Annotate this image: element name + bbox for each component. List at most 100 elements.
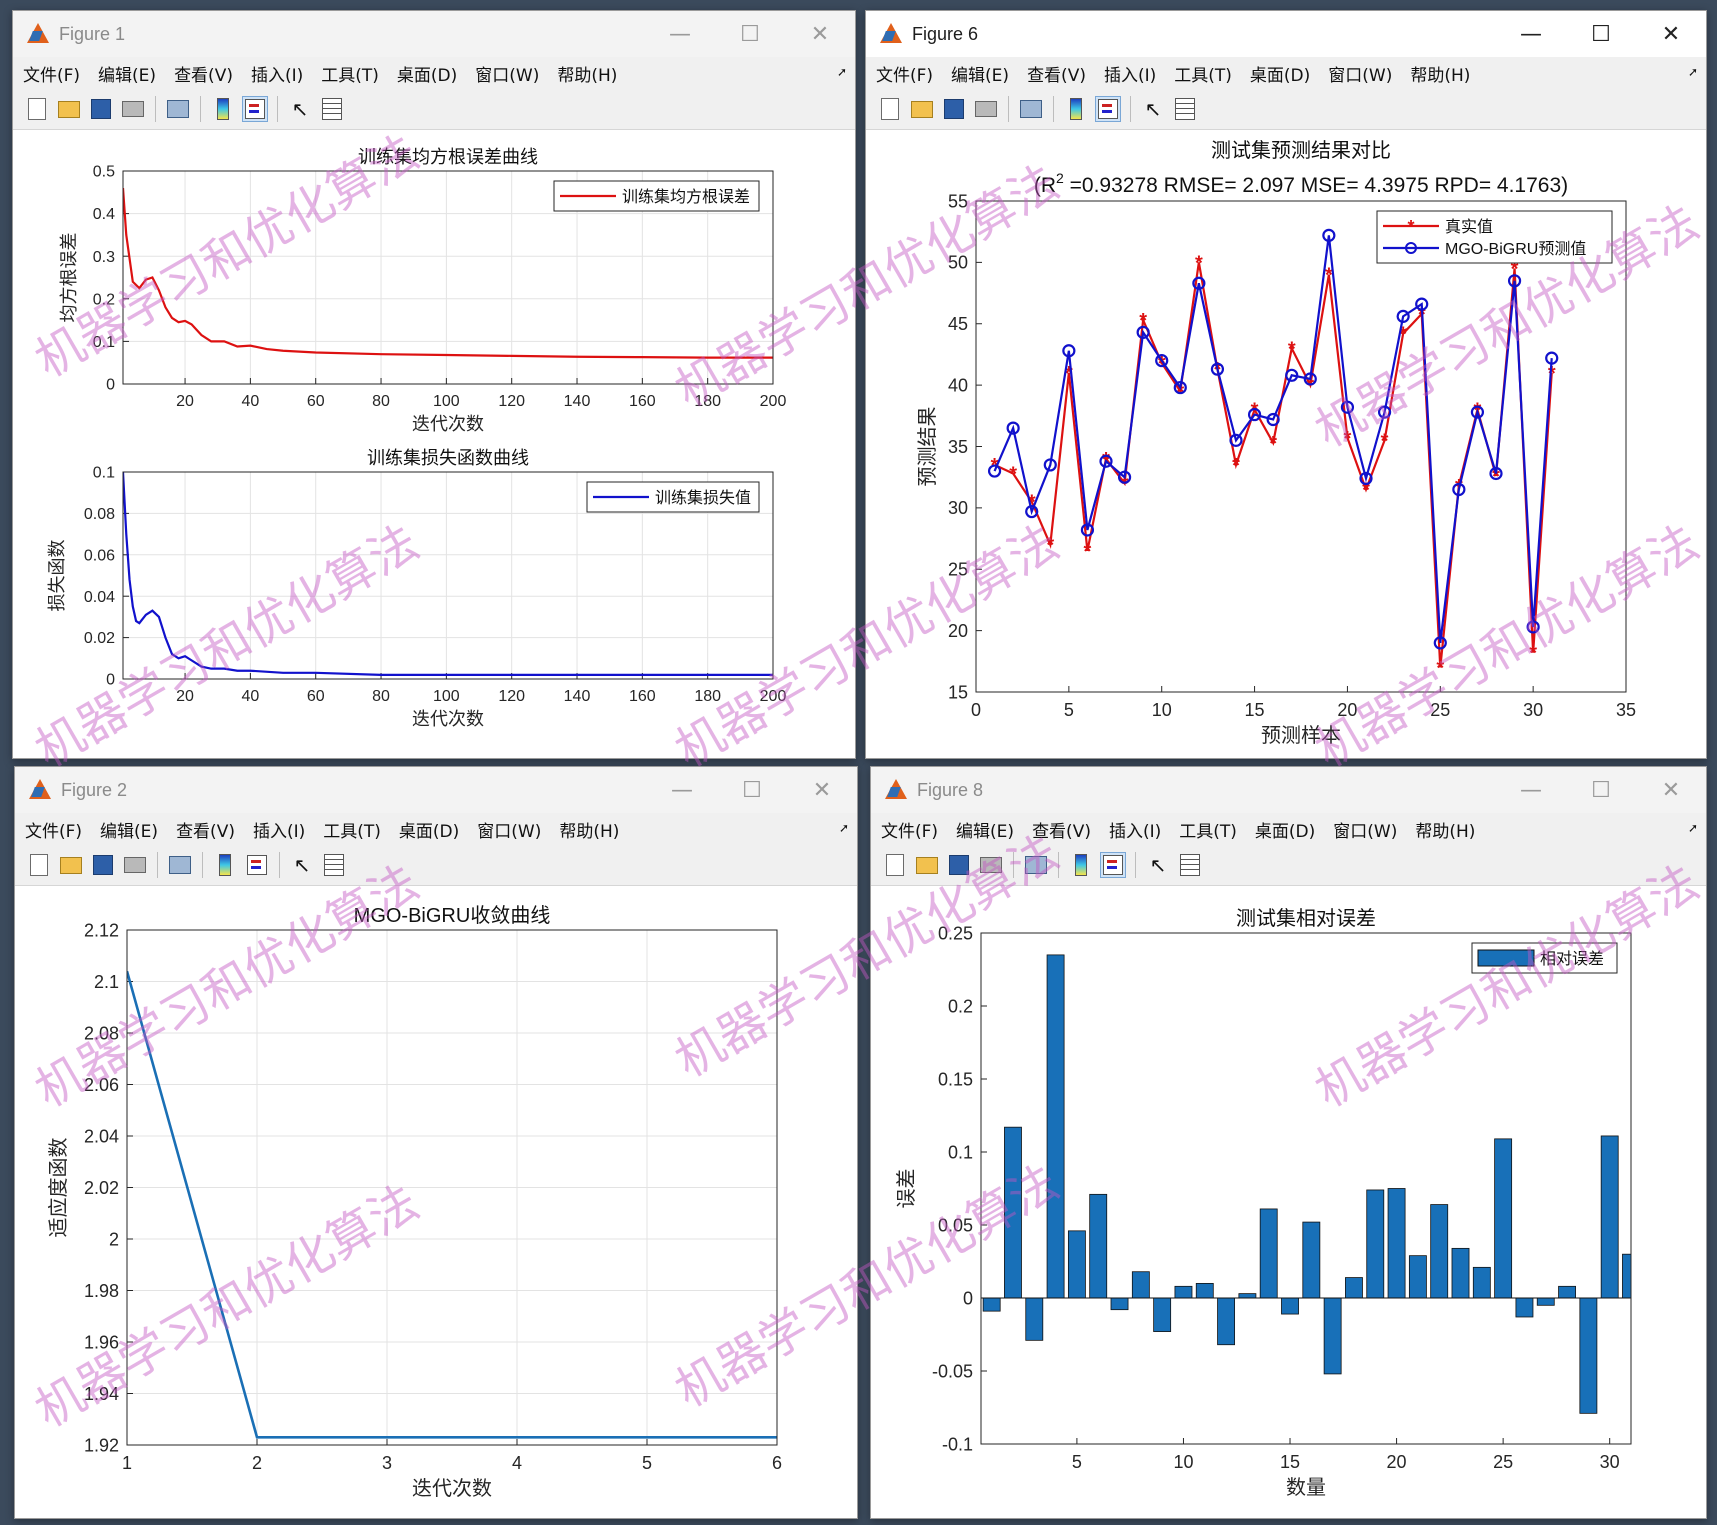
property-inspector-button[interactable] — [320, 97, 344, 121]
minimize-button[interactable]: — — [1496, 767, 1566, 813]
edit-plot-button[interactable]: ↖ — [290, 853, 314, 877]
insert-colorbar-button[interactable] — [211, 97, 235, 121]
titlebar[interactable]: Figure 1 — ☐ ✕ — [13, 11, 855, 57]
minimize-button[interactable]: — — [647, 767, 717, 813]
new-figure-button[interactable] — [878, 97, 902, 121]
figure-canvas[interactable]: 20 40 60 80 100 120 140 160 180 200 0 0.1 0.2 0.3 0.4 0… — [13, 130, 855, 758]
save-figure-button[interactable] — [942, 97, 966, 121]
close-button[interactable]: ✕ — [785, 11, 855, 57]
close-button[interactable]: ✕ — [1636, 11, 1706, 57]
menu-view[interactable]: 查看(V) — [176, 817, 235, 842]
minimize-button[interactable]: — — [1496, 11, 1566, 57]
open-file-button[interactable] — [915, 853, 939, 877]
link-plot-button[interactable] — [168, 853, 192, 877]
print-figure-button[interactable] — [121, 97, 145, 121]
legend-label: 训练集损失值 — [655, 489, 751, 507]
menu-help[interactable]: 帮助(H) — [557, 61, 617, 86]
link-plot-button[interactable] — [1024, 853, 1048, 877]
bar — [1600, 1135, 1619, 1299]
edit-plot-button[interactable]: ↖ — [288, 97, 312, 121]
menu-tools[interactable]: 工具(T) — [1174, 61, 1232, 86]
property-inspector-button[interactable] — [1173, 97, 1197, 121]
menu-help[interactable]: 帮助(H) — [1410, 61, 1470, 86]
menu-insert[interactable]: 插入(I) — [253, 817, 305, 842]
menu-desktop[interactable]: 桌面(D) — [397, 61, 457, 86]
x-tick-label: 15 — [1245, 700, 1265, 720]
toolbar-separator — [279, 852, 280, 878]
insert-legend-button[interactable] — [1100, 852, 1126, 878]
save-figure-button[interactable] — [89, 97, 113, 121]
menu-desktop[interactable]: 桌面(D) — [399, 817, 459, 842]
dock-arrow-icon[interactable]: ➚ — [1688, 65, 1698, 79]
maximize-button[interactable]: ☐ — [715, 11, 785, 57]
menu-insert[interactable]: 插入(I) — [1104, 61, 1156, 86]
menu-edit[interactable]: 编辑(E) — [100, 817, 158, 842]
property-inspector-button[interactable] — [1178, 853, 1202, 877]
data-point: * — [1046, 535, 1054, 557]
menu-desktop[interactable]: 桌面(D) — [1255, 817, 1315, 842]
dock-arrow-icon[interactable]: ➚ — [837, 65, 847, 79]
menu-edit[interactable]: 编辑(E) — [951, 61, 1009, 86]
minimize-button[interactable]: — — [645, 11, 715, 57]
menu-insert[interactable]: 插入(I) — [1109, 817, 1161, 842]
menu-file[interactable]: 文件(F) — [876, 61, 933, 86]
menu-window[interactable]: 窗口(W) — [475, 61, 539, 86]
menu-tools[interactable]: 工具(T) — [323, 817, 381, 842]
menu-view[interactable]: 查看(V) — [1027, 61, 1086, 86]
link-plot-button[interactable] — [1019, 97, 1043, 121]
new-figure-button[interactable] — [883, 853, 907, 877]
open-file-button[interactable] — [57, 97, 81, 121]
edit-plot-button[interactable]: ↖ — [1141, 97, 1165, 121]
new-figure-button[interactable] — [25, 97, 49, 121]
menu-edit[interactable]: 编辑(E) — [98, 61, 156, 86]
property-inspector-icon — [1180, 854, 1200, 876]
menu-view[interactable]: 查看(V) — [174, 61, 233, 86]
menu-window[interactable]: 窗口(W) — [1333, 817, 1397, 842]
menu-window[interactable]: 窗口(W) — [477, 817, 541, 842]
print-figure-button[interactable] — [123, 853, 147, 877]
menu-view[interactable]: 查看(V) — [1032, 817, 1091, 842]
insert-colorbar-button[interactable] — [1069, 853, 1093, 877]
figure-canvas[interactable]: 1 2 3 4 5 6 1.92 1.94 1.96 1.98 2 2.02 2.04 2.06 2.08 2… — [15, 886, 857, 1518]
menu-edit[interactable]: 编辑(E) — [956, 817, 1014, 842]
save-figure-button[interactable] — [947, 853, 971, 877]
menu-desktop[interactable]: 桌面(D) — [1250, 61, 1310, 86]
insert-legend-button[interactable] — [245, 853, 269, 877]
open-file-button[interactable] — [910, 97, 934, 121]
menu-help[interactable]: 帮助(H) — [559, 817, 619, 842]
maximize-button[interactable]: ☐ — [717, 767, 787, 813]
figure-canvas[interactable]: 5 10 15 20 25 30 -0.1 -0.05 0 0.05 0.1 0.15 0.2 0.25 测… — [871, 886, 1706, 1518]
menu-tools[interactable]: 工具(T) — [1179, 817, 1237, 842]
menu-help[interactable]: 帮助(H) — [1415, 817, 1475, 842]
open-file-button[interactable] — [59, 853, 83, 877]
link-plot-button[interactable] — [166, 97, 190, 121]
insert-colorbar-button[interactable] — [1064, 97, 1088, 121]
edit-plot-button[interactable]: ↖ — [1146, 853, 1170, 877]
print-figure-button[interactable] — [974, 97, 998, 121]
menu-file[interactable]: 文件(F) — [25, 817, 82, 842]
figure-canvas[interactable]: 0 5 10 15 20 25 30 35 15 20 25 30 35 40 45 50 55 * * * * * * * *… — [866, 130, 1706, 758]
maximize-button[interactable]: ☐ — [1566, 767, 1636, 813]
close-button[interactable]: ✕ — [787, 767, 857, 813]
menu-insert[interactable]: 插入(I) — [251, 61, 303, 86]
insert-legend-button[interactable] — [1095, 96, 1121, 122]
print-figure-button[interactable] — [979, 853, 1003, 877]
dock-arrow-icon[interactable]: ➚ — [1688, 821, 1698, 835]
new-figure-button[interactable] — [27, 853, 51, 877]
x-tick-label: 80 — [372, 688, 390, 705]
titlebar[interactable]: Figure 6 — ☐ ✕ — [866, 11, 1706, 57]
titlebar[interactable]: Figure 2 — ☐ ✕ — [15, 767, 857, 813]
menu-file[interactable]: 文件(F) — [23, 61, 80, 86]
menu-file[interactable]: 文件(F) — [881, 817, 938, 842]
menu-tools[interactable]: 工具(T) — [321, 61, 379, 86]
close-button[interactable]: ✕ — [1636, 767, 1706, 813]
save-figure-button[interactable] — [91, 853, 115, 877]
property-inspector-button[interactable] — [322, 853, 346, 877]
dock-arrow-icon[interactable]: ➚ — [839, 821, 849, 835]
maximize-button[interactable]: ☐ — [1566, 11, 1636, 57]
menu-window[interactable]: 窗口(W) — [1328, 61, 1392, 86]
insert-legend-button[interactable] — [242, 96, 268, 122]
titlebar[interactable]: Figure 8 — ☐ ✕ — [871, 767, 1706, 813]
insert-colorbar-button[interactable] — [213, 853, 237, 877]
toolbar-separator — [157, 852, 158, 878]
